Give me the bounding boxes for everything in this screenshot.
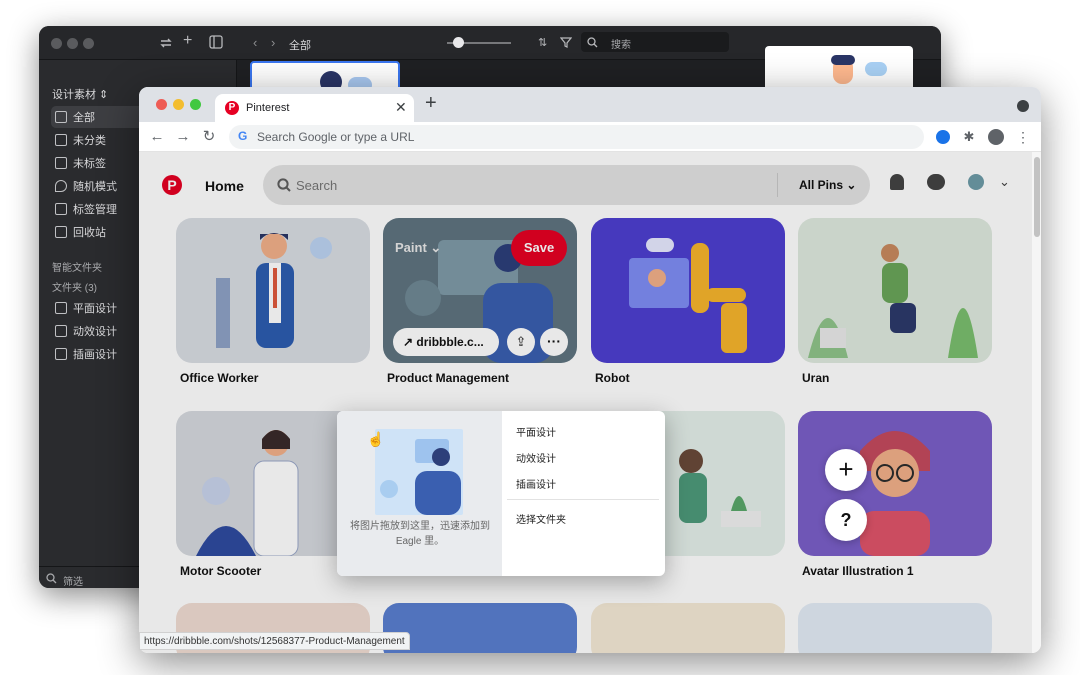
window-minimize-button[interactable] [67,38,78,49]
filter-funnel-icon[interactable] [560,36,572,48]
drop-folder-item[interactable]: 动效设计 [516,450,556,465]
inbox-icon [55,111,67,123]
back-chevron-icon[interactable]: ‹ [253,35,257,50]
smart-folders-heading[interactable]: 智能文件夹 [52,259,102,274]
drag-dim-overlay [139,152,1032,653]
window-minimize-button[interactable] [173,99,184,110]
new-tab-icon[interactable]: + [425,92,437,115]
search-icon [587,37,598,48]
google-g-icon: G [238,129,248,143]
sync-icon[interactable] [159,36,173,50]
create-pin-button[interactable]: + [825,449,867,491]
profile-avatar-icon[interactable] [988,129,1004,145]
omnibox[interactable]: G Search Google or type a URL [229,125,924,149]
forward-arrow-icon[interactable]: → [172,122,194,152]
tab-strip: P Pinterest ✕ + [139,87,1041,122]
puzzle-extensions-icon[interactable]: ✱ [958,122,980,152]
help-button[interactable]: ? [825,499,867,541]
omnibox-placeholder: Search Google or type a URL [257,130,415,144]
extension-icon[interactable] [936,130,950,144]
unfiled-icon [55,134,67,146]
folder-icon [55,302,67,314]
eagle-search-placeholder: 搜索 [611,40,631,51]
reload-icon[interactable]: ↻ [198,122,220,152]
window-close-button[interactable] [156,99,167,110]
scrollbar-thumb[interactable] [1034,157,1040,237]
eagle-drop-zone[interactable]: ☝ 将图片拖放到这里，迅速添加到 Eagle 里。 平面设计 动效设计 插画设计… [337,411,665,576]
menu-divider [507,499,659,500]
choose-folder-item[interactable]: 选择文件夹 [516,511,566,526]
eagle-search-input[interactable]: 搜索 [581,32,729,52]
window-zoom-button[interactable] [83,38,94,49]
kebab-menu-icon[interactable]: ⋮ [1012,122,1034,152]
eagle-filter-bar[interactable]: 筛选 [39,566,139,588]
eagle-breadcrumb: 全部 [289,40,311,52]
location-pin-icon [55,180,67,192]
browser-toolbar: ← → ↻ G Search Google or type a URL ✱ ⋮ [139,122,1041,152]
drop-preview-panel: ☝ 将图片拖放到这里，迅速添加到 Eagle 里。 [337,411,502,576]
dragged-image-preview [375,429,463,515]
hand-cursor-icon: ☝ [367,431,385,447]
pinterest-favicon-icon: P [225,101,239,115]
filter-label: 筛选 [63,577,83,588]
search-icon [46,573,57,584]
drop-hint-text: 将图片拖放到这里，迅速添加到 Eagle 里。 [350,521,490,547]
untagged-icon [55,157,67,169]
drop-folder-item[interactable]: 平面设计 [516,424,556,439]
folders-heading[interactable]: 文件夹 (3) [52,279,97,294]
back-arrow-icon[interactable]: ← [146,122,168,152]
add-icon[interactable]: + [183,32,192,50]
tag-manager-icon [55,203,67,215]
window-close-button[interactable] [51,38,62,49]
library-title[interactable]: 设计素材 ⇕ [52,86,108,102]
folder-icon [55,348,67,360]
drop-folder-item[interactable]: 插画设计 [516,476,556,491]
folder-icon [55,325,67,337]
window-zoom-button[interactable] [190,99,201,110]
pinterest-page: P Home Search All Pins ⌄ ⌄ Paint ⌄ Save … [139,152,1032,653]
tab-search-icon[interactable] [1017,100,1029,112]
status-bar-url: https://dribbble.com/shots/12568377-Prod… [139,632,410,650]
zoom-slider-knob[interactable] [453,37,464,48]
close-tab-icon[interactable]: ✕ [395,99,407,116]
sort-icon[interactable]: ⇅ [538,36,547,49]
forward-chevron-icon[interactable]: › [271,35,275,50]
tab-title: Pinterest [246,102,290,114]
tab-pinterest[interactable]: P Pinterest ✕ [215,94,414,122]
trash-icon [55,226,67,238]
sidebar-toggle-icon[interactable] [209,35,223,49]
